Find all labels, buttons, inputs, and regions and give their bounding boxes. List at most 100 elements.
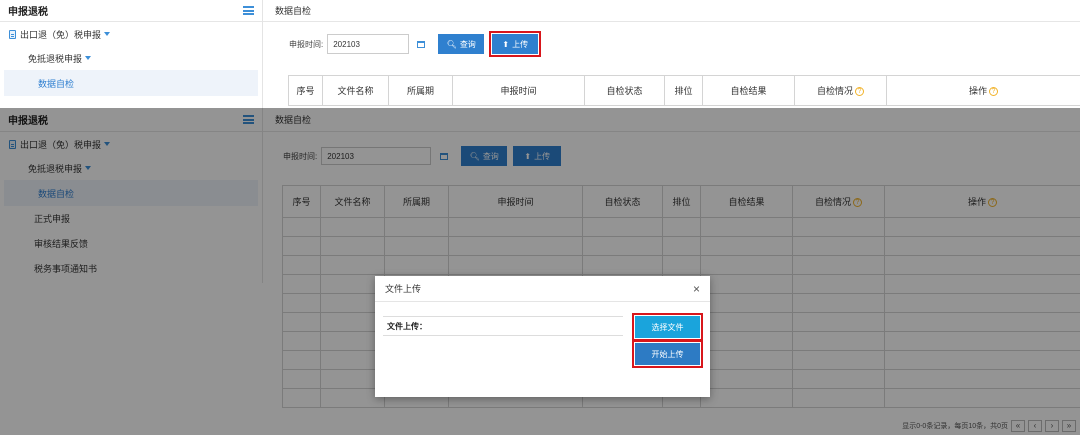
caret-down-icon bbox=[85, 166, 92, 170]
table-row bbox=[282, 255, 1080, 275]
col-header: 申报时间 bbox=[448, 185, 583, 218]
caret-down-icon bbox=[85, 56, 92, 60]
table-cell bbox=[448, 217, 583, 237]
calendar-button[interactable] bbox=[409, 34, 433, 54]
calendar-icon bbox=[417, 40, 426, 48]
date-label: 申报时间: bbox=[289, 39, 324, 49]
col-header: 序号 bbox=[282, 185, 321, 218]
col-header: 自检状态 bbox=[582, 185, 663, 218]
col-header: 文件名称 bbox=[322, 75, 389, 106]
col-header-label: 自检情况 bbox=[816, 86, 853, 96]
sidebar-item-label: 正式申报 bbox=[34, 214, 71, 224]
col-header-with-help: 操作? bbox=[884, 185, 1080, 218]
table-cell bbox=[282, 331, 321, 351]
help-icon[interactable]: ? bbox=[853, 198, 862, 208]
table-cell bbox=[282, 293, 321, 313]
col-header: 排位 bbox=[662, 185, 701, 218]
col-header: 文件名称 bbox=[320, 185, 385, 218]
table-cell bbox=[700, 217, 793, 237]
table-cell bbox=[884, 331, 1080, 351]
help-icon[interactable]: ? bbox=[989, 87, 998, 97]
col-header: 所属期 bbox=[384, 185, 449, 218]
sidebar-item-label: 审核结果反馈 bbox=[34, 239, 89, 249]
sidebar-item-data-check[interactable]: 数据自检 bbox=[4, 180, 258, 206]
table-cell bbox=[282, 217, 321, 237]
table-cell bbox=[700, 388, 793, 408]
table-cell bbox=[700, 350, 793, 370]
upload-button-label: 上传 bbox=[534, 151, 551, 161]
sidebar-header: 申报退税 bbox=[0, 0, 262, 22]
data-table: 序号 文件名称 所属期 申报时间 自检状态 排位 自检结果 自检情况? 操作? bbox=[288, 75, 1080, 106]
table-row bbox=[282, 236, 1080, 256]
table-cell bbox=[792, 217, 885, 237]
sidebar: 申报退税 出口退（免）税申报 免抵退税申报 数据自检 正式申报 审核结果反馈 税… bbox=[0, 108, 263, 283]
sidebar-item-tax-notice[interactable]: 税务事项通知书 bbox=[0, 256, 262, 281]
upload-button[interactable]: ⬆ 上传 bbox=[513, 146, 562, 166]
col-header: 申报时间 bbox=[452, 75, 585, 106]
submenu-label: 免抵退税申报 bbox=[28, 163, 83, 174]
sidebar-item-review-feedback[interactable]: 审核结果反馈 bbox=[0, 231, 262, 256]
document-icon bbox=[9, 139, 16, 149]
search-bar: 申报时间: 🔍︎查询 ⬆上传 bbox=[283, 146, 562, 166]
app-title: 申报退税 bbox=[8, 116, 48, 127]
calendar-icon bbox=[440, 152, 449, 160]
sidebar-submenu[interactable]: 免抵退税申报 bbox=[0, 156, 262, 180]
calendar-button[interactable] bbox=[431, 147, 457, 165]
menu-toggle-icon[interactable] bbox=[243, 115, 254, 124]
sidebar-menu-root[interactable]: 出口退（免）税申报 bbox=[0, 132, 262, 156]
col-header: 自检结果 bbox=[700, 185, 793, 218]
table-cell bbox=[700, 236, 793, 256]
upload-icon: ⬆ bbox=[524, 151, 532, 161]
pagination-summary: 显示0-0条记录，每页10条，共0页 bbox=[902, 423, 1008, 430]
breadcrumb: 数据自检 bbox=[263, 108, 1080, 132]
table-cell bbox=[884, 388, 1080, 408]
help-icon[interactable]: ? bbox=[988, 198, 997, 208]
sidebar-item-label: 数据自检 bbox=[38, 78, 75, 89]
table-cell bbox=[282, 255, 321, 275]
table-cell bbox=[384, 255, 449, 275]
col-header: 自检结果 bbox=[702, 75, 795, 106]
prev-page-button[interactable]: ‹ bbox=[1028, 420, 1042, 432]
menu-toggle-icon[interactable] bbox=[243, 6, 254, 15]
query-button[interactable]: 🔍︎ 查询 bbox=[461, 146, 508, 166]
table-cell bbox=[662, 255, 701, 275]
search-icon: 🔍︎ bbox=[446, 39, 457, 49]
table-cell bbox=[700, 369, 793, 389]
table-cell bbox=[320, 217, 385, 237]
query-button[interactable]: 🔍︎ 查询 bbox=[438, 34, 485, 54]
table-cell bbox=[792, 255, 885, 275]
first-page-button[interactable]: « bbox=[1011, 420, 1025, 432]
table-cell bbox=[792, 274, 885, 294]
date-input[interactable] bbox=[321, 147, 432, 165]
app-title: 申报退税 bbox=[8, 7, 48, 18]
table-cell bbox=[792, 236, 885, 256]
choose-file-button[interactable]: 选择文件 bbox=[632, 313, 703, 341]
table-cell bbox=[792, 293, 885, 313]
close-icon[interactable]: × bbox=[693, 282, 700, 296]
last-page-button[interactable]: » bbox=[1062, 420, 1076, 432]
menu-root-label: 出口退（免）税申报 bbox=[20, 29, 102, 40]
search-icon: 🔍︎ bbox=[469, 151, 480, 161]
table-cell bbox=[884, 369, 1080, 389]
next-page-button[interactable]: › bbox=[1045, 420, 1059, 432]
table-cell bbox=[792, 312, 885, 332]
table-cell bbox=[320, 236, 385, 256]
help-icon[interactable]: ? bbox=[855, 87, 864, 97]
sidebar-menu-root[interactable]: 出口退（免）税申报 bbox=[0, 22, 262, 46]
date-input[interactable] bbox=[327, 34, 410, 54]
sidebar-item-formal-declare[interactable]: 正式申报 bbox=[0, 206, 262, 231]
table-cell bbox=[884, 312, 1080, 332]
table-cell bbox=[700, 274, 793, 294]
table-cell bbox=[582, 217, 663, 237]
sidebar-submenu[interactable]: 免抵退税申报 bbox=[0, 46, 262, 70]
breadcrumb-label: 数据自检 bbox=[275, 115, 312, 125]
upload-button[interactable]: ⬆ 上传 bbox=[489, 31, 542, 57]
sidebar-item-data-check[interactable]: 数据自检 bbox=[4, 70, 258, 96]
document-icon bbox=[9, 29, 16, 39]
table-cell bbox=[320, 255, 385, 275]
table-cell bbox=[700, 331, 793, 351]
table-header-row: 序号 文件名称 所属期 申报时间 自检状态 排位 自检结果 自检情况? 操作? bbox=[282, 185, 1080, 218]
start-upload-button[interactable]: 开始上传 bbox=[632, 340, 703, 368]
main-panel: 数据自检 申报时间: 🔍︎查询 ⬆上传 序号 文件名称 所属期 申报时间 自检状… bbox=[263, 0, 1080, 108]
table-cell bbox=[700, 255, 793, 275]
